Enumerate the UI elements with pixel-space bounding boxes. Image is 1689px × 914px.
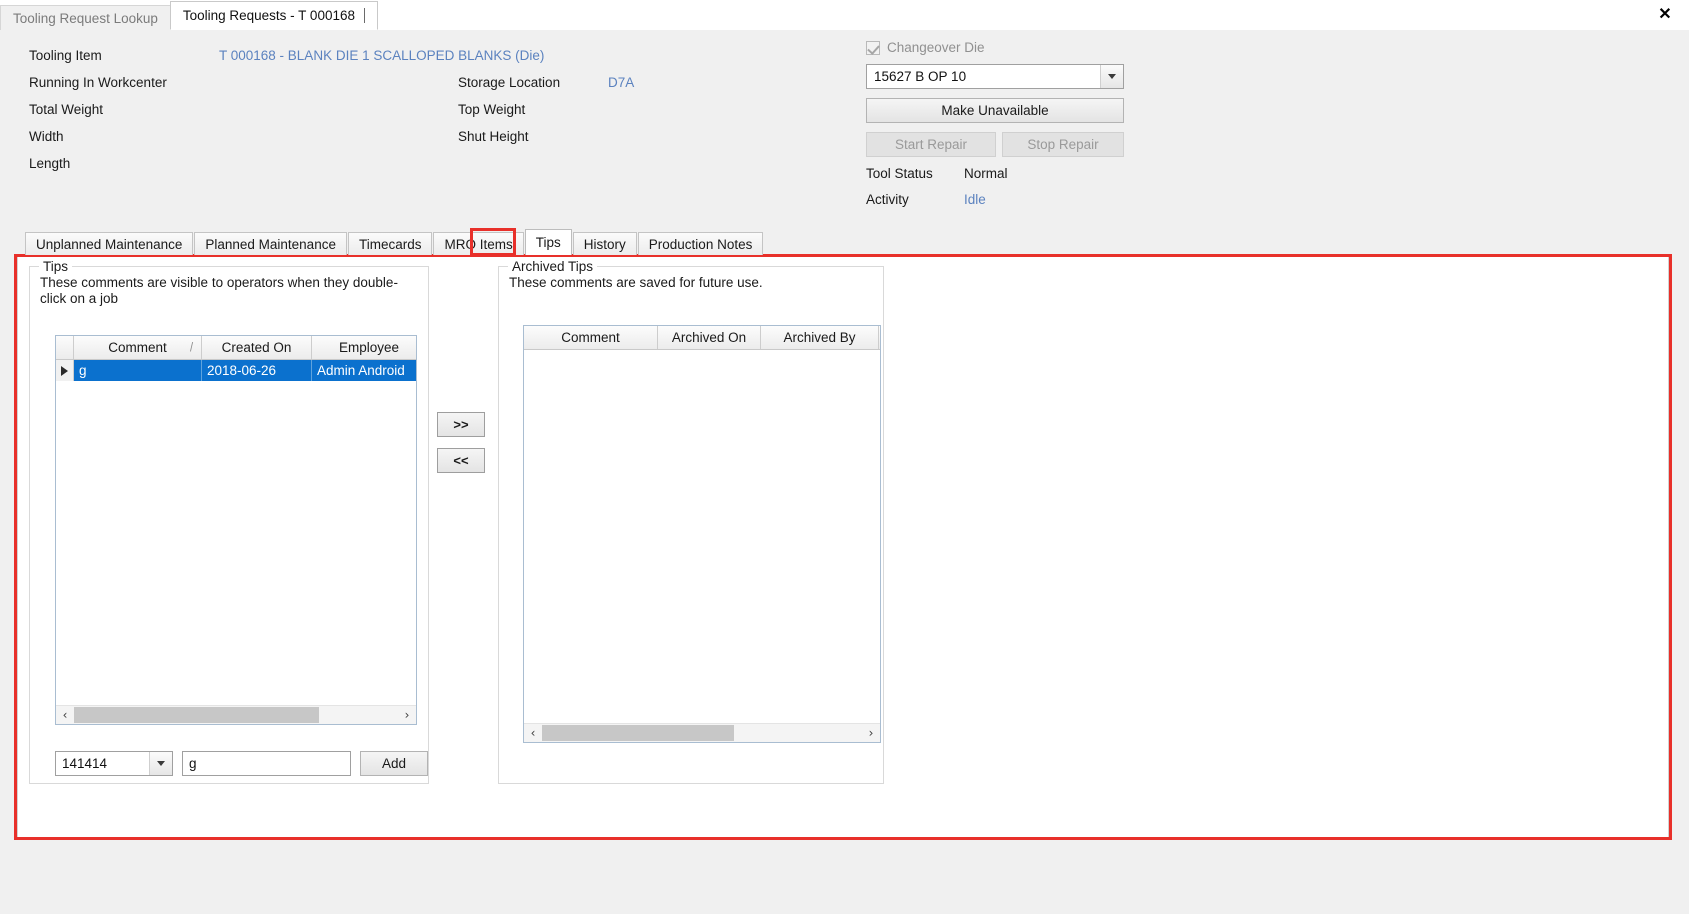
tips-tab-panel: Tips These comments are visible to opera… xyxy=(17,256,1669,838)
stop-repair-button[interactable]: Stop Repair xyxy=(1002,132,1124,157)
changeover-die-checkbox[interactable] xyxy=(866,40,880,55)
add-tip-button[interactable]: Add xyxy=(360,750,428,776)
restore-tip-button[interactable]: << xyxy=(437,448,485,473)
tab-label: History xyxy=(583,236,626,252)
header-field-label: Total Weight xyxy=(29,102,104,117)
archived-grid-hscrollbar[interactable]: ‹ › xyxy=(524,723,880,742)
tab-label: Tips xyxy=(535,235,561,250)
tips-groupbox: Tips These comments are visible to opera… xyxy=(29,259,429,784)
tooling-header-panel: Tooling Item T 000168 - BLANK DIE 1 SCALL… xyxy=(0,30,1689,222)
header-field-label: Shut Height xyxy=(458,129,529,144)
table-row[interactable]: g 2018-06-26 Admin Android xyxy=(56,360,416,381)
header-field-label: Width xyxy=(29,129,64,144)
operation-combobox-value: 15627 B OP 10 xyxy=(874,69,967,84)
column-header-label: Employee xyxy=(338,340,400,355)
tips-grid-body: g 2018-06-26 Admin Android xyxy=(56,360,416,381)
column-header-label: Created On xyxy=(221,340,292,355)
tab-history[interactable]: History xyxy=(572,232,637,255)
tool-status-label: Tool Status xyxy=(866,166,933,181)
header-field-value[interactable]: D7A xyxy=(608,75,634,90)
tips-footer-row: 141414 g Add xyxy=(55,750,428,776)
archived-hscroll-track[interactable] xyxy=(542,724,862,742)
tab-production-notes[interactable]: Production Notes xyxy=(637,232,764,255)
tip-comment-input-value: g xyxy=(189,755,197,771)
column-header-label: Comment xyxy=(561,330,620,345)
make-unavailable-button[interactable]: Make Unavailable xyxy=(866,98,1124,123)
column-header[interactable]: Employee xyxy=(312,336,416,359)
tips-description: These comments are visible to operators … xyxy=(40,275,398,306)
tip-comment-input[interactable]: g xyxy=(182,750,351,776)
activity-label: Activity xyxy=(866,192,909,207)
column-header[interactable]: Archived On xyxy=(658,326,761,349)
document-tab-label: Tooling Request Lookup xyxy=(13,10,158,26)
column-header-label: Comment xyxy=(108,340,167,355)
table-cell[interactable]: 2018-06-26 xyxy=(202,360,312,381)
table-cell[interactable]: Admin Android xyxy=(312,360,416,381)
table-cell[interactable]: g xyxy=(74,360,202,381)
header-field-label: Running In Workcenter xyxy=(29,75,167,90)
tips-groupbox-title: Tips xyxy=(39,259,73,274)
scroll-right-icon[interactable]: › xyxy=(862,724,880,742)
column-header[interactable]: Created On xyxy=(202,336,312,359)
column-header[interactable]: Archived By xyxy=(761,326,879,349)
activity-value: Idle xyxy=(964,192,986,207)
close-icon[interactable]: ✕ xyxy=(1647,0,1683,30)
tab-label: MRO Items xyxy=(444,236,513,252)
scroll-right-icon[interactable]: › xyxy=(398,706,416,724)
tab-label: Timecards xyxy=(358,236,422,252)
section-tab-bar: Unplanned Maintenance Planned Maintenance… xyxy=(25,229,764,255)
application-window: Tooling Request Lookup Tooling Requests -… xyxy=(0,0,1689,914)
tips-grid-hscrollbar[interactable]: ‹ › xyxy=(56,705,416,724)
row-selector-icon[interactable] xyxy=(56,360,74,381)
employee-combobox-value: 141414 xyxy=(62,755,108,771)
tips-grid-corner xyxy=(56,336,74,359)
column-header-label: Archived By xyxy=(783,330,856,345)
header-field-label: Tooling Item xyxy=(29,48,102,63)
operation-combobox[interactable]: 15627 B OP 10 xyxy=(866,64,1124,89)
tool-status-value: Normal xyxy=(964,166,1008,181)
tab-timecards[interactable]: Timecards xyxy=(347,232,433,255)
changeover-die-label: Changeover Die xyxy=(887,40,985,55)
document-tab-0[interactable]: Tooling Request Lookup xyxy=(0,5,171,30)
start-repair-button[interactable]: Start Repair xyxy=(866,132,996,157)
tab-unplanned-maintenance[interactable]: Unplanned Maintenance xyxy=(25,232,194,255)
tips-hscroll-track[interactable] xyxy=(74,706,398,724)
tab-label: Planned Maintenance xyxy=(205,236,336,252)
tips-grid[interactable]: Comment / Created On Employee g 2018-06-26 Ad… xyxy=(55,335,417,725)
tab-label: Unplanned Maintenance xyxy=(36,236,183,252)
document-tab-label: Tooling Requests - T 000168 xyxy=(182,8,355,23)
column-header[interactable]: Comment / xyxy=(74,336,202,359)
document-tab-1[interactable]: Tooling Requests - T 000168 xyxy=(169,1,378,30)
archived-tips-groupbox: Archived Tips These comments are saved f… xyxy=(498,259,884,784)
header-field-label: Top Weight xyxy=(458,102,526,117)
sort-indicator-icon: / xyxy=(189,340,193,355)
archive-tip-button[interactable]: >> xyxy=(437,412,485,437)
tab-label: Production Notes xyxy=(648,236,753,252)
archived-tips-grid[interactable]: Comment Archived On Archived By ‹ › xyxy=(523,325,881,743)
tab-mro-items[interactable]: MRO Items xyxy=(433,232,524,255)
archived-grid-header: Comment Archived On Archived By xyxy=(524,326,880,350)
document-tab-bar: Tooling Request Lookup Tooling Requests -… xyxy=(0,1,378,30)
header-field-label: Storage Location xyxy=(458,75,561,90)
column-header[interactable]: Comment xyxy=(524,326,658,349)
archived-description: These comments are saved for future use. xyxy=(509,275,763,290)
scroll-left-icon[interactable]: ‹ xyxy=(524,724,542,742)
header-field-value[interactable]: T 000168 - BLANK DIE 1 SCALLOPED BLANKS … xyxy=(219,48,544,63)
tab-tips[interactable]: Tips xyxy=(524,229,572,255)
archived-groupbox-title: Archived Tips xyxy=(508,259,598,274)
tab-planned-maintenance[interactable]: Planned Maintenance xyxy=(194,232,347,255)
chevron-down-icon[interactable] xyxy=(1100,65,1123,88)
title-bar: Tooling Request Lookup Tooling Requests -… xyxy=(0,0,1689,30)
archived-hscroll-thumb[interactable] xyxy=(542,725,734,741)
header-field-label: Length xyxy=(29,156,71,171)
employee-combobox[interactable]: 141414 xyxy=(55,750,173,776)
chevron-down-icon[interactable] xyxy=(149,751,172,775)
tips-grid-header: Comment / Created On Employee xyxy=(56,336,416,360)
scroll-left-icon[interactable]: ‹ xyxy=(56,706,74,724)
changeover-die-row[interactable]: Changeover Die xyxy=(866,40,985,55)
text-caret xyxy=(363,8,365,23)
column-header-label: Archived On xyxy=(671,330,747,345)
tips-hscroll-thumb[interactable] xyxy=(74,707,319,723)
